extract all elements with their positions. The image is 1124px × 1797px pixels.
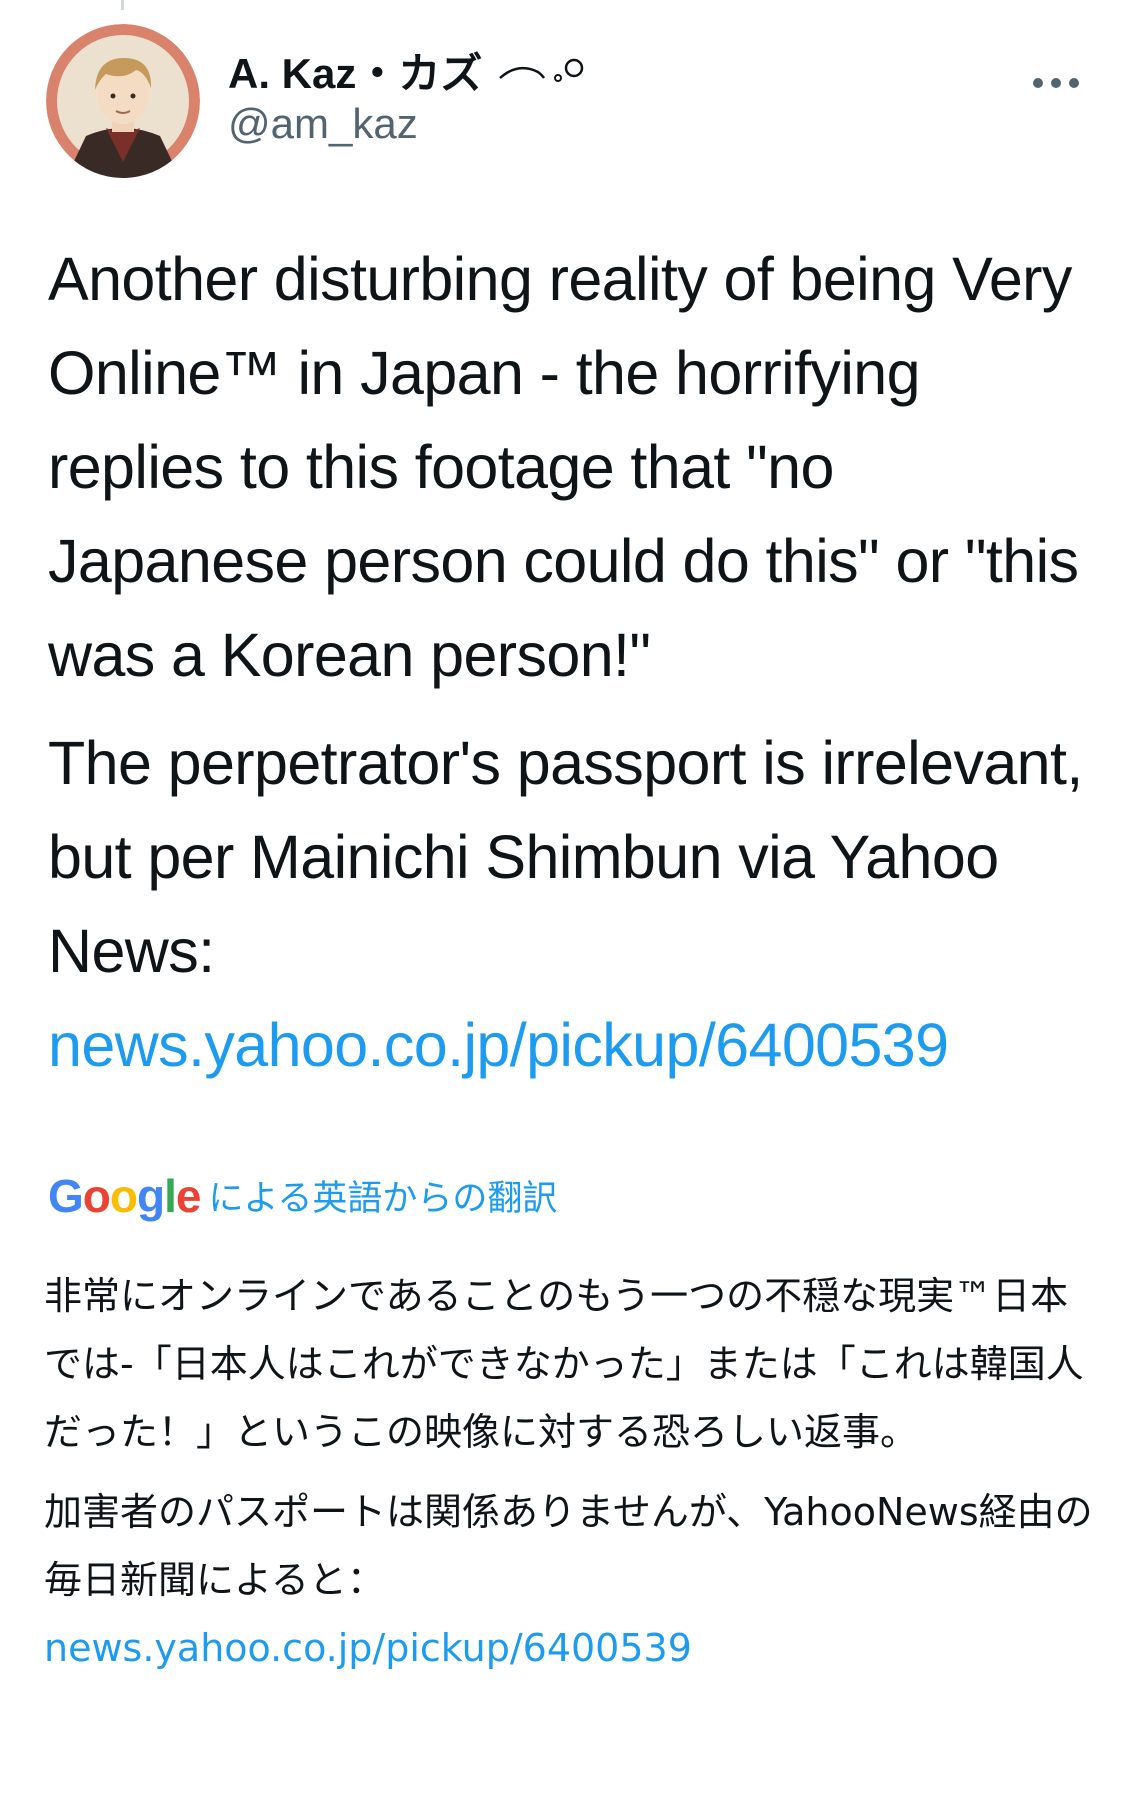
thread-connector-line — [121, 0, 124, 10]
display-name[interactable]: A. Kaz・カズ — [228, 40, 482, 101]
more-horizontal-icon — [1033, 78, 1079, 88]
tweet-paragraph-2-text: The perpetrator's passport is irrelevant… — [48, 729, 1083, 985]
user-handle[interactable]: @am_kaz — [228, 100, 948, 148]
kaomoji-decoration-icon — [496, 48, 592, 92]
display-name-row: A. Kaz・カズ — [228, 44, 948, 97]
translation-label: による英語からの翻訳 — [208, 1179, 558, 1219]
translated-paragraph-1-text: 非常にオンラインであることのもう一つの不穏な現実™日本では-「日本人はこれができ… — [44, 1274, 1084, 1454]
google-logo: Google — [48, 1170, 201, 1222]
tweet-text: Another disturbing reality of being Very… — [48, 232, 1088, 1092]
avatar[interactable] — [46, 24, 200, 178]
translated-paragraph-2-text: 加害者のパスポートは関係ありませんが、YahooNews経由の毎日新聞によると： — [44, 1490, 1093, 1602]
tweet-paragraph-1: Another disturbing reality of being Very… — [48, 232, 1088, 702]
more-options-button[interactable] — [1026, 68, 1086, 98]
tweet-header: A. Kaz・カズ @am_kaz — [46, 24, 1086, 178]
translated-news-link[interactable]: news.yahoo.co.jp/pickup/6400539 — [44, 1626, 692, 1670]
tweet-paragraph-2: The perpetrator's passport is irrelevant… — [48, 716, 1088, 1092]
translated-paragraph-2: 加害者のパスポートは関係ありませんが、YahooNews経由の毎日新聞によると：… — [44, 1478, 1094, 1682]
avatar-illustration — [46, 24, 200, 178]
translation-attribution[interactable]: Google による英語からの翻訳 — [48, 1170, 557, 1222]
translated-paragraph-1: 非常にオンラインであることのもう一つの不穏な現実™日本では-「日本人はこれができ… — [44, 1262, 1094, 1466]
author-info: A. Kaz・カズ @am_kaz — [228, 44, 948, 148]
tweet-paragraph-1-text: Another disturbing reality of being Very… — [48, 245, 1079, 689]
tweet-news-link[interactable]: news.yahoo.co.jp/pickup/6400539 — [48, 1011, 949, 1079]
translated-text: 非常にオンラインであることのもう一つの不穏な現実™日本では-「日本人はこれができ… — [44, 1262, 1094, 1682]
